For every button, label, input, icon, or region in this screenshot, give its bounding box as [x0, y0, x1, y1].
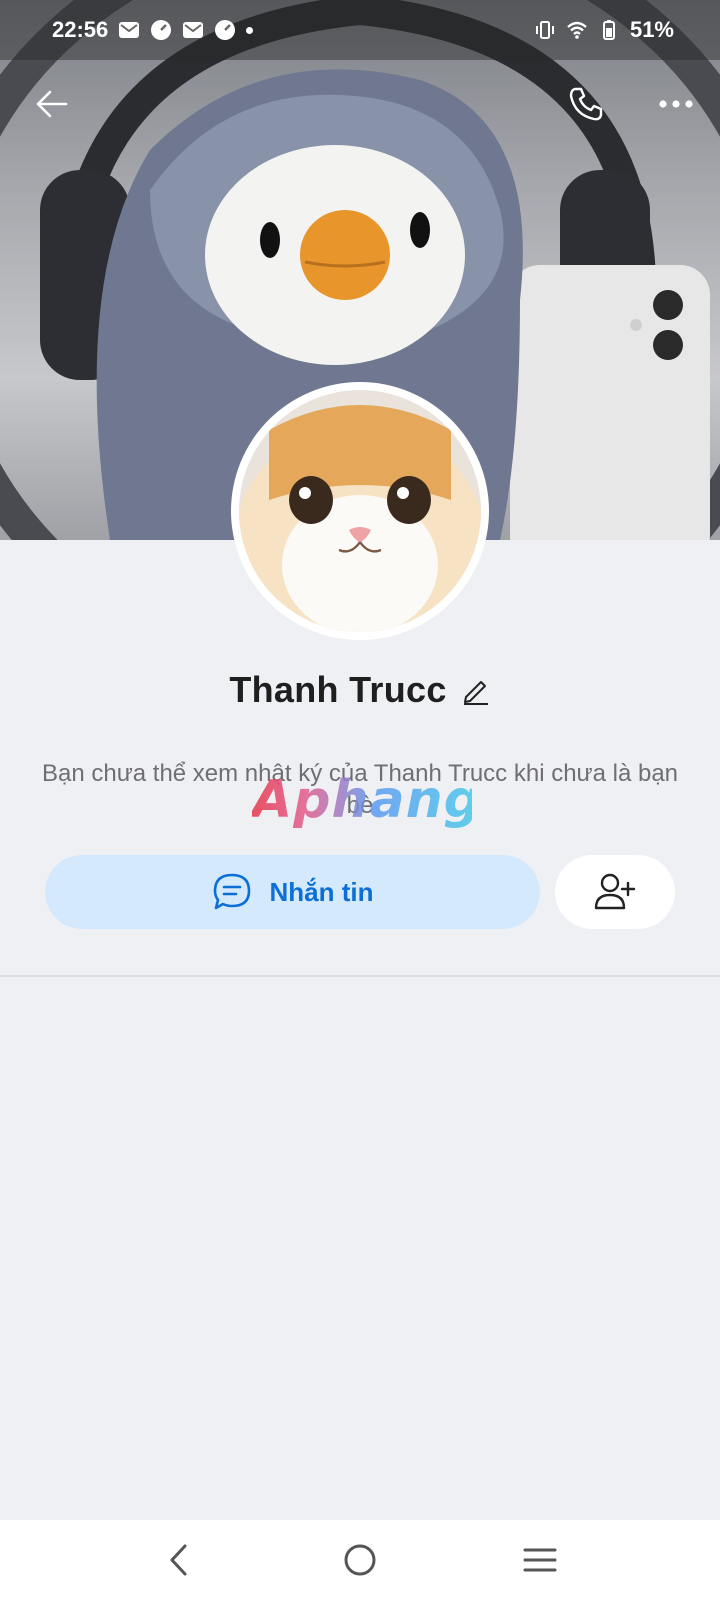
gauge-notification-icon [214, 19, 236, 41]
menu-lines-icon [523, 1548, 557, 1572]
nav-back-button[interactable] [150, 1530, 210, 1590]
section-divider [0, 975, 720, 977]
add-friend-button[interactable] [555, 855, 675, 929]
back-button[interactable] [24, 76, 80, 132]
phone-icon [569, 87, 603, 121]
status-bar-left: 22:56 [52, 17, 254, 43]
status-bar-right: 51% [534, 17, 674, 43]
profile-name-row: Thanh Trucc [0, 665, 720, 715]
avatar-image [239, 390, 481, 632]
watermark-logo: Aphang [252, 770, 482, 830]
user-plus-icon [594, 873, 636, 910]
mail-notification-icon [118, 19, 140, 41]
system-nav-bar [0, 1520, 720, 1600]
chevron-left-icon [170, 1544, 187, 1576]
chat-bubble-icon [213, 873, 250, 910]
vibrate-icon [534, 19, 556, 41]
battery-percent: 51% [629, 17, 674, 42]
pencil-icon[interactable] [461, 675, 491, 705]
status-bar: 22:56 51% [0, 0, 720, 60]
avatar[interactable] [231, 382, 489, 640]
mail-notification-icon [182, 19, 204, 41]
home-circle-icon [344, 1544, 376, 1576]
wifi-icon [566, 19, 588, 41]
more-options-button[interactable] [648, 76, 704, 132]
profile-name: Thanh Trucc [229, 669, 447, 710]
message-button[interactable]: Nhắn tin [45, 855, 540, 929]
gauge-notification-icon [150, 19, 172, 41]
battery-icon [598, 19, 620, 41]
more-notifications-dot-icon [246, 26, 254, 34]
nav-recents-button[interactable] [510, 1530, 570, 1590]
more-horizontal-icon [659, 100, 693, 108]
message-button-label: Nhắn tin [269, 876, 374, 907]
arrow-left-icon [36, 90, 68, 118]
call-button[interactable] [558, 76, 614, 132]
nav-home-button[interactable] [330, 1530, 390, 1590]
status-time: 22:56 [52, 17, 109, 42]
